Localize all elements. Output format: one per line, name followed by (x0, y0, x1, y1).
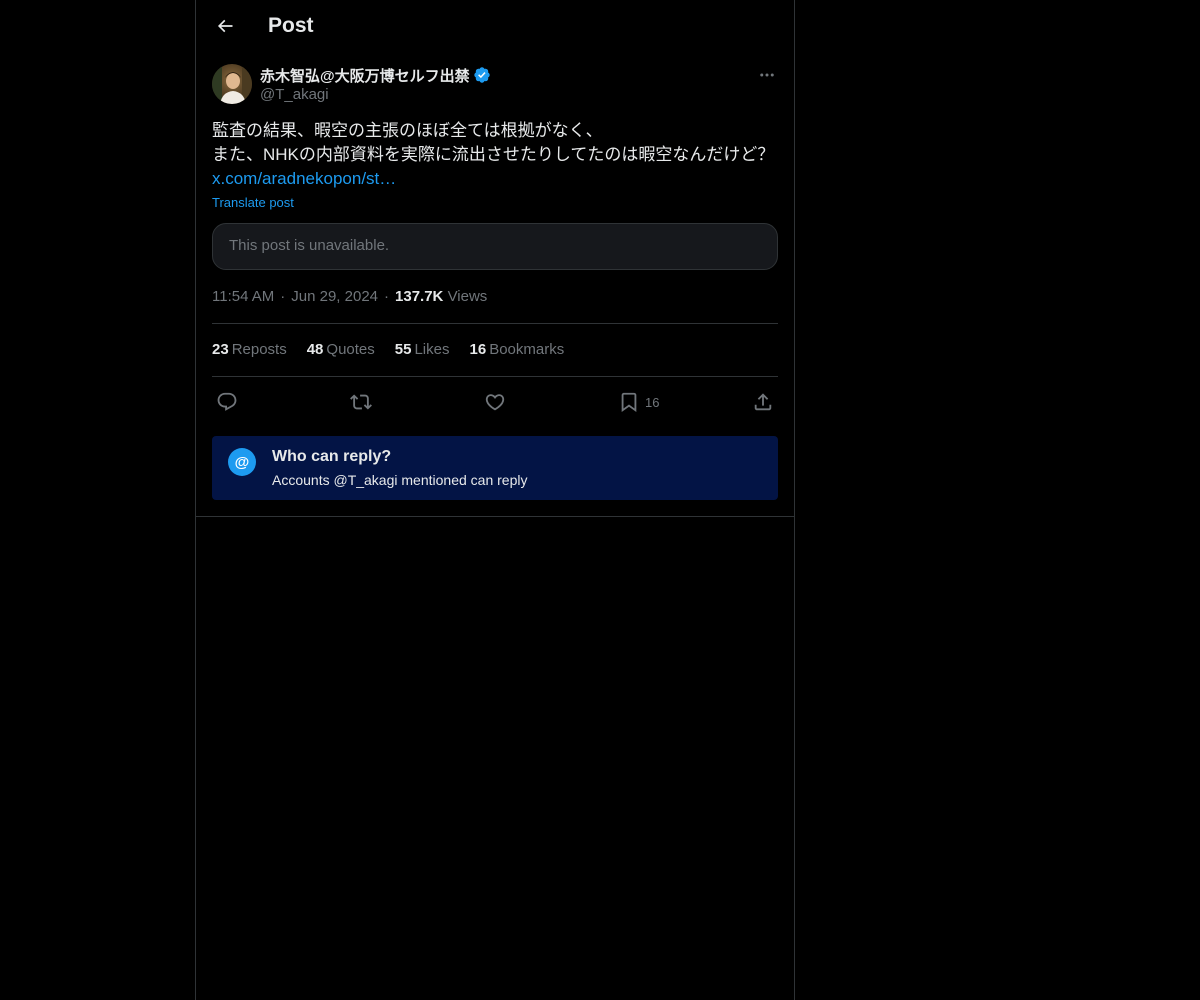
bookmark-button[interactable]: 16 (618, 389, 659, 415)
likes-label: Likes (414, 341, 450, 358)
page-header: Post (196, 0, 794, 53)
views-label: Views (447, 288, 488, 305)
primary-column: Post 赤木智弘@大阪万博セルフ出禁 @T_akagi 監査の結果、暇空の主張… (195, 0, 795, 1000)
verified-badge-icon (473, 67, 490, 83)
reposts-label: Reposts (231, 341, 287, 358)
repost-button[interactable] (350, 389, 372, 415)
reposts-stat[interactable]: 23 Reposts (212, 341, 287, 358)
display-name[interactable]: 赤木智弘@大阪万博セルフ出禁 (260, 65, 470, 86)
post-text: 監査の結果、暇空の主張のほぼ全ては根拠がなく、 また、NHKの内部資料を実際に流… (212, 119, 778, 191)
thread-divider (196, 516, 794, 517)
who-can-reply-subtitle: Accounts @T_akagi mentioned can reply (272, 472, 528, 488)
unavailable-text: This post is unavailable. (229, 237, 390, 254)
post-meta: 11:54 AM · Jun 29, 2024 · 137.7K Views (212, 288, 487, 305)
quotes-label: Quotes (326, 341, 375, 358)
share-button[interactable] (752, 389, 774, 415)
engagement-stats: 23 Reposts 48 Quotes 55 Likes 16 Bookmarks (212, 341, 564, 358)
likes-stat[interactable]: 55 Likes (395, 341, 450, 358)
repost-icon (350, 394, 372, 410)
avatar[interactable] (212, 64, 252, 104)
at-mention-icon: @ (228, 448, 256, 476)
post-link[interactable]: x.com/aradnekopon/st… (212, 167, 778, 191)
views[interactable]: 137.7K Views (395, 288, 487, 305)
bookmark-icon (621, 392, 637, 413)
post-time[interactable]: 11:54 AM (212, 288, 274, 305)
like-button[interactable] (484, 389, 506, 415)
meta-separator: · (384, 288, 390, 305)
back-button[interactable] (208, 9, 242, 43)
share-icon (754, 393, 772, 411)
bookmarks-stat[interactable]: 16 Bookmarks (470, 341, 565, 358)
avatar-image (212, 64, 252, 104)
meta-separator: · (280, 288, 286, 305)
post-text-line: また、NHKの内部資料を実際に流出させたりしてたのは暇空なんだけど？ (212, 145, 775, 164)
bookmark-count: 16 (645, 394, 660, 410)
display-name-row: 赤木智弘@大阪万博セルフ出禁 (260, 64, 491, 86)
author-block: 赤木智弘@大阪万博セルフ出禁 @T_akagi (260, 64, 491, 103)
who-can-reply-banner: @ Who can reply? Accounts @T_akagi menti… (212, 436, 778, 500)
arrow-left-icon (217, 19, 233, 33)
reply-button[interactable] (216, 389, 238, 415)
views-count: 137.7K (395, 288, 444, 305)
bookmarks-count: 16 (469, 341, 487, 358)
translate-post-link[interactable]: Translate post (212, 195, 294, 210)
bookmarks-label: Bookmarks (489, 341, 565, 358)
more-horizontal-icon (760, 73, 774, 77)
divider (212, 323, 778, 324)
quoted-post-unavailable: This post is unavailable. (212, 223, 778, 270)
divider (212, 376, 778, 377)
action-bar: 16 (212, 389, 778, 415)
post-text-line: 監査の結果、暇空の主張のほぼ全ては根拠がなく、 (212, 121, 603, 140)
reply-icon (217, 392, 237, 411)
page-title: Post (268, 14, 314, 37)
reposts-count: 23 (212, 341, 229, 358)
post-date[interactable]: Jun 29, 2024 (291, 288, 378, 305)
who-can-reply-title: Who can reply? (272, 448, 392, 465)
quotes-stat[interactable]: 48 Quotes (307, 341, 375, 358)
quotes-count: 48 (306, 341, 324, 358)
author-handle[interactable]: @T_akagi (260, 86, 491, 103)
likes-count: 55 (394, 341, 412, 358)
more-options-button[interactable] (756, 64, 778, 86)
heart-icon (485, 394, 505, 411)
